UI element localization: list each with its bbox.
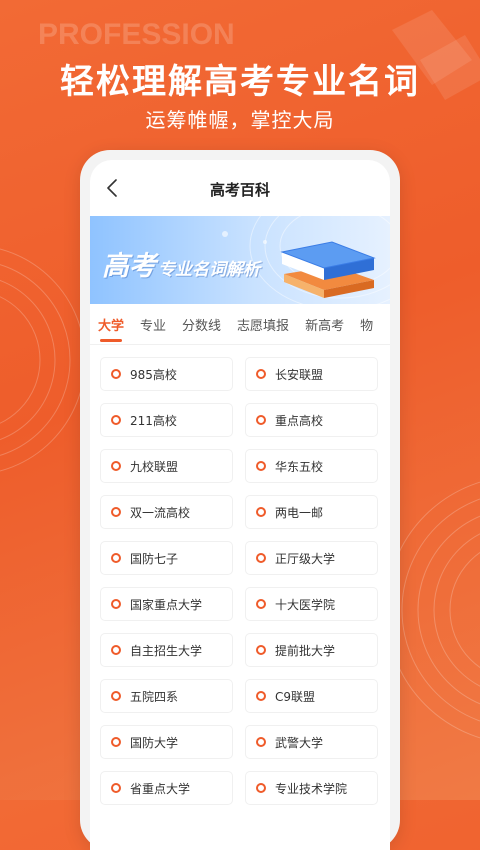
navigation-bar: 高考百科 <box>90 160 390 216</box>
bullet-icon <box>256 507 266 517</box>
term-label: 省重点大学 <box>130 781 191 796</box>
bullet-icon <box>111 599 121 609</box>
term-label: 专业技术学院 <box>275 781 348 796</box>
term-label: 九校联盟 <box>130 459 179 474</box>
banner-title-rest: 专业名词解析 <box>158 260 260 280</box>
term-label: 武警大学 <box>275 735 324 750</box>
term-label: 华东五校 <box>275 459 324 474</box>
term-label: 国防大学 <box>130 735 179 750</box>
term-label: 自主招生大学 <box>130 643 203 658</box>
term-item[interactable]: 九校联盟 <box>100 449 233 483</box>
banner[interactable]: 高考 专业名词解析 <box>90 216 390 304</box>
term-item[interactable]: 双一流高校 <box>100 495 233 529</box>
bullet-icon <box>256 737 266 747</box>
term-item[interactable]: 重点高校 <box>245 403 378 437</box>
banner-title: 高考 专业名词解析 <box>102 244 260 283</box>
term-item[interactable]: 五院四系 <box>100 679 233 713</box>
term-label: 正厅级大学 <box>275 551 336 566</box>
term-item[interactable]: C9联盟 <box>245 679 378 713</box>
term-label: 国防七子 <box>130 551 179 566</box>
bullet-icon <box>256 553 266 563</box>
term-item[interactable]: 两电一邮 <box>245 495 378 529</box>
hero-headline: 轻松理解高考专业名词 <box>60 62 420 102</box>
term-item[interactable]: 正厅级大学 <box>245 541 378 575</box>
bullet-icon <box>256 415 266 425</box>
term-label: 国家重点大学 <box>130 597 203 612</box>
tab-new-gaokao[interactable]: 新高考 <box>305 305 344 344</box>
term-item[interactable]: 长安联盟 <box>245 357 378 391</box>
bullet-icon <box>256 599 266 609</box>
bullet-icon <box>111 691 121 701</box>
books-icon <box>280 241 376 298</box>
term-label: 双一流高校 <box>130 505 191 520</box>
bullet-icon <box>111 415 121 425</box>
bullet-icon <box>256 645 266 655</box>
bullet-icon <box>111 369 121 379</box>
term-label: 重点高校 <box>275 413 324 428</box>
bullet-icon <box>256 369 266 379</box>
bullet-icon <box>256 461 266 471</box>
banner-title-big: 高考 <box>102 251 156 282</box>
term-item[interactable]: 十大医学院 <box>245 587 378 621</box>
tab-university[interactable]: 大学 <box>98 305 124 344</box>
bullet-icon <box>111 507 121 517</box>
term-item[interactable]: 国防七子 <box>100 541 233 575</box>
app-screen: 高考百科 高考 专业名词解析 大学 专业 分数线 志愿填报 新高考 物 985高… <box>90 160 390 850</box>
term-grid: 985高校 长安联盟 211高校 重点高校 九校联盟 华东五校 双一流高校 两电… <box>90 345 390 805</box>
bullet-icon <box>111 461 121 471</box>
term-label: C9联盟 <box>275 689 316 704</box>
term-item[interactable]: 211高校 <box>100 403 233 437</box>
tab-more[interactable]: 物 <box>360 305 373 344</box>
term-label: 211高校 <box>130 413 177 428</box>
bullet-icon <box>256 691 266 701</box>
term-item[interactable]: 国防大学 <box>100 725 233 759</box>
bullet-icon <box>111 737 121 747</box>
bullet-icon <box>111 645 121 655</box>
bullet-icon <box>111 553 121 563</box>
term-item[interactable]: 武警大学 <box>245 725 378 759</box>
term-item[interactable]: 自主招生大学 <box>100 633 233 667</box>
term-label: 五院四系 <box>130 689 179 704</box>
tab-major[interactable]: 专业 <box>140 305 166 344</box>
term-label: 985高校 <box>130 367 177 382</box>
phone-frame: 高考百科 高考 专业名词解析 大学 专业 分数线 志愿填报 新高考 物 985高… <box>80 150 400 850</box>
term-item[interactable]: 华东五校 <box>245 449 378 483</box>
tab-application[interactable]: 志愿填报 <box>237 305 289 344</box>
tab-score-line[interactable]: 分数线 <box>182 305 221 344</box>
term-label: 长安联盟 <box>275 367 324 382</box>
term-item[interactable]: 提前批大学 <box>245 633 378 667</box>
term-label: 十大医学院 <box>275 597 336 612</box>
term-item[interactable]: 985高校 <box>100 357 233 391</box>
bullet-icon <box>111 783 121 793</box>
term-item[interactable]: 国家重点大学 <box>100 587 233 621</box>
term-label: 提前批大学 <box>275 643 336 658</box>
page-title: 高考百科 <box>209 181 270 199</box>
hero-subline: 运筹帷幄，掌控大局 <box>145 108 335 132</box>
category-tabs: 大学 专业 分数线 志愿填报 新高考 物 <box>90 304 390 345</box>
bullet-icon <box>256 783 266 793</box>
term-label: 两电一邮 <box>275 505 324 520</box>
ghost-watermark-text: PROFESSION <box>38 18 235 51</box>
